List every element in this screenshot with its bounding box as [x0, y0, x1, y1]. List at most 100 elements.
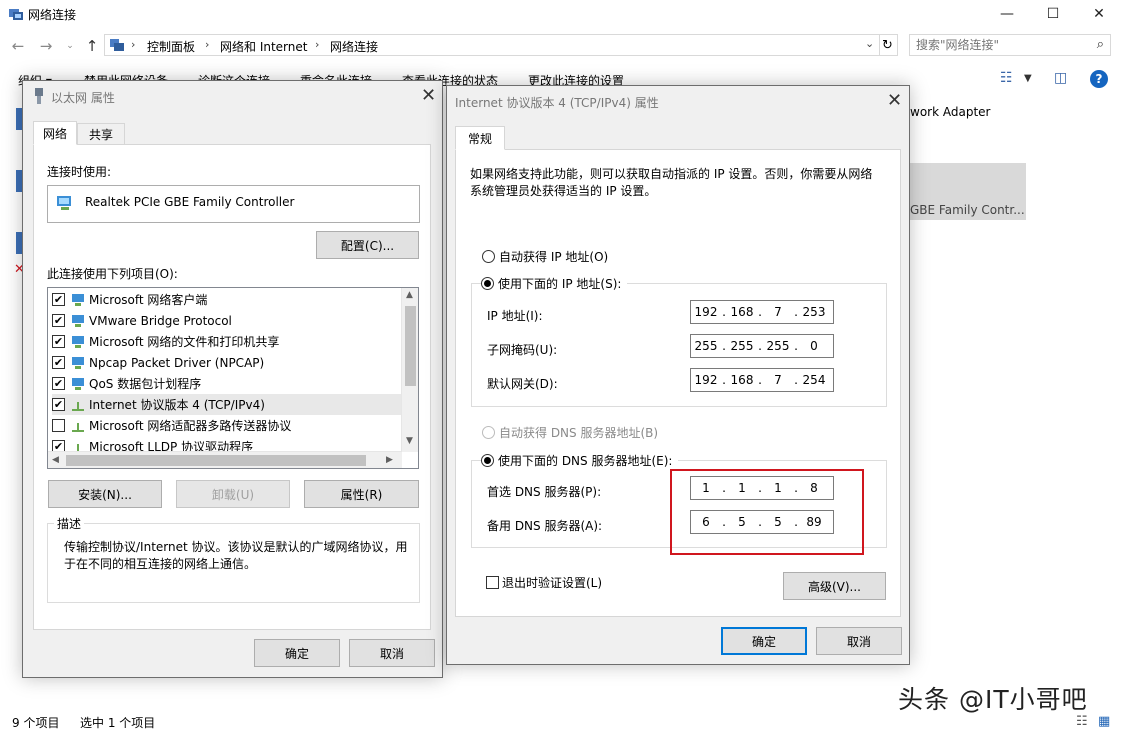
search-input[interactable]: [910, 35, 1080, 55]
ip-address-label: IP 地址(I):: [487, 309, 543, 323]
configure-button[interactable]: 配置(C)...: [316, 231, 419, 259]
subnet-mask-field[interactable]: 255. 255. 255. 0: [690, 334, 834, 358]
auto-ip-option[interactable]: 自动获得 IP 地址(O): [482, 248, 608, 265]
description-title: 描述: [54, 515, 85, 532]
list-item[interactable]: ✔ VMware Bridge Protocol: [52, 310, 402, 331]
tiles-view-icon[interactable]: ▦: [1098, 714, 1110, 729]
octet[interactable]: 168: [727, 305, 757, 319]
octet[interactable]: 0: [799, 339, 829, 353]
octet[interactable]: 192: [691, 305, 721, 319]
list-item-label: VMware Bridge Protocol: [89, 313, 232, 328]
breadcrumb-network-internet[interactable]: 网络和 Internet: [220, 38, 307, 55]
alternate-dns-label: 备用 DNS 服务器(A):: [487, 519, 603, 533]
view-dropdown-icon[interactable]: ▼: [1024, 73, 1032, 84]
close-control[interactable]: ✕: [1076, 0, 1122, 28]
details-view-icon[interactable]: ☷: [1076, 714, 1088, 729]
checkbox[interactable]: ✔: [52, 356, 65, 369]
tab-network[interactable]: 网络: [33, 121, 77, 145]
dialog-title: Internet 协议版本 4 (TCP/IPv4) 属性: [455, 96, 659, 110]
list-item[interactable]: ✔ Microsoft 网络客户端: [52, 289, 402, 310]
selection-count: 选中 1 个项目: [80, 716, 156, 730]
list-item[interactable]: ✔ QoS 数据包计划程序: [52, 373, 402, 394]
vertical-scrollbar[interactable]: ▲ ▼: [401, 288, 418, 452]
forward-arrow-icon[interactable]: →: [36, 36, 56, 56]
components-list[interactable]: ✔ Microsoft 网络客户端 ✔ VMware Bridge Protocol…: [47, 287, 419, 469]
properties-button[interactable]: 属性(R): [304, 480, 419, 508]
checkbox[interactable]: [486, 576, 499, 589]
octet[interactable]: 254: [799, 373, 829, 387]
octet[interactable]: 255: [727, 339, 757, 353]
radio-button[interactable]: [482, 250, 495, 263]
octet[interactable]: 168: [727, 373, 757, 387]
cancel-button[interactable]: 取消: [349, 639, 435, 667]
ethernet-plug-icon: [35, 88, 43, 104]
maximize-control[interactable]: ☐: [1030, 0, 1076, 28]
radio-label: 使用下面的 DNS 服务器地址(E):: [498, 454, 673, 468]
back-arrow-icon[interactable]: ←: [8, 36, 28, 56]
list-item-selected[interactable]: ✔ Internet 协议版本 4 (TCP/IPv4): [52, 394, 402, 415]
crumb-separator-icon: ›: [315, 38, 320, 51]
preferred-dns-label: 首选 DNS 服务器(P):: [487, 485, 602, 499]
checkbox[interactable]: ✔: [52, 293, 65, 306]
view-options-icon[interactable]: ☷: [1000, 70, 1013, 86]
checkbox[interactable]: ✔: [52, 398, 65, 411]
minimize-control[interactable]: —: [984, 0, 1030, 28]
address-bar[interactable]: › 控制面板 › 网络和 Internet › 网络连接 ⌄: [104, 34, 880, 56]
scroll-thumb[interactable]: [66, 455, 366, 466]
checkbox[interactable]: ✔: [52, 335, 65, 348]
gateway-label: 默认网关(D):: [487, 377, 558, 391]
item-count: 9 个项目: [12, 716, 60, 730]
control-panel-icon: [110, 39, 124, 51]
scroll-down-icon[interactable]: ▼: [406, 436, 413, 446]
checkbox[interactable]: ✔: [52, 314, 65, 327]
chevron-down-icon[interactable]: ⌄: [865, 37, 874, 50]
scroll-right-icon[interactable]: ▶: [386, 455, 393, 465]
octet[interactable]: 255: [691, 339, 721, 353]
validate-settings-option[interactable]: 退出时验证设置(L): [486, 574, 602, 591]
close-icon[interactable]: ✕: [887, 90, 902, 111]
gateway-field[interactable]: 192. 168. 7. 254: [690, 368, 834, 392]
octet[interactable]: 255: [763, 339, 793, 353]
close-icon[interactable]: ✕: [421, 85, 436, 106]
list-item[interactable]: ✔ Npcap Packet Driver (NPCAP): [52, 352, 402, 373]
tab-general[interactable]: 常规: [455, 126, 505, 150]
ok-button[interactable]: 确定: [254, 639, 340, 667]
adapter-description[interactable]: GBE Family Contr...: [910, 203, 1025, 217]
cancel-button[interactable]: 取消: [816, 627, 902, 655]
adapter-box: Realtek PCIe GBE Family Controller: [47, 185, 420, 223]
ip-address-field[interactable]: 192. 168. 7. 253: [690, 300, 834, 324]
refresh-icon[interactable]: ↻: [878, 34, 898, 56]
breadcrumb-network-connections[interactable]: 网络连接: [330, 38, 378, 55]
recent-dropdown-icon[interactable]: ⌄: [60, 36, 80, 56]
up-arrow-icon[interactable]: ↑: [82, 36, 102, 56]
list-item-label: Microsoft 网络客户端: [89, 293, 208, 307]
help-icon[interactable]: ?: [1090, 70, 1108, 88]
checkbox[interactable]: [52, 419, 65, 432]
scroll-thumb[interactable]: [405, 306, 416, 386]
list-item[interactable]: Microsoft 网络适配器多路传送器协议: [52, 415, 402, 436]
list-item-label: Npcap Packet Driver (NPCAP): [89, 355, 265, 370]
scroll-up-icon[interactable]: ▲: [406, 290, 413, 300]
tab-sharing[interactable]: 共享: [77, 123, 125, 145]
octet[interactable]: 192: [691, 373, 721, 387]
octet[interactable]: 253: [799, 305, 829, 319]
adapter-description[interactable]: work Adapter: [910, 105, 990, 119]
ipv4-properties-dialog: Internet 协议版本 4 (TCP/IPv4) 属性 ✕ 常规 如果网络支…: [446, 85, 910, 665]
install-button[interactable]: 安装(N)...: [48, 480, 162, 508]
search-icon[interactable]: ⌕: [1097, 37, 1104, 52]
radio-button[interactable]: [481, 454, 494, 467]
breadcrumb-control-panel[interactable]: 控制面板: [147, 38, 195, 55]
octet[interactable]: 7: [763, 373, 793, 387]
advanced-button[interactable]: 高级(V)...: [783, 572, 886, 600]
manual-dns-option[interactable]: 使用下面的 DNS 服务器地址(E):: [481, 452, 679, 469]
preview-pane-icon[interactable]: ◫: [1054, 70, 1067, 86]
scroll-left-icon[interactable]: ◀: [52, 455, 59, 465]
ok-button[interactable]: 确定: [721, 627, 807, 655]
checkbox[interactable]: ✔: [52, 377, 65, 390]
horizontal-scrollbar[interactable]: ◀ ▶: [48, 451, 402, 468]
manual-ip-option[interactable]: 使用下面的 IP 地址(S):: [481, 275, 628, 292]
radio-button[interactable]: [481, 277, 494, 290]
search-box[interactable]: ⌕: [909, 34, 1111, 56]
list-item[interactable]: ✔ Microsoft 网络的文件和打印机共享: [52, 331, 402, 352]
octet[interactable]: 7: [763, 305, 793, 319]
